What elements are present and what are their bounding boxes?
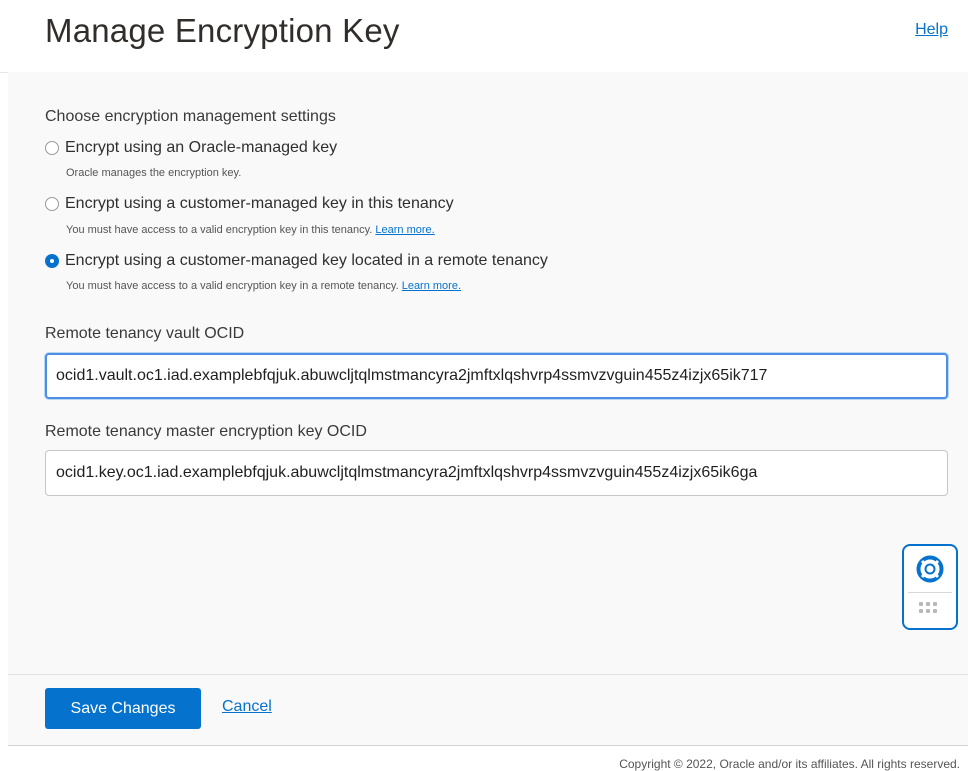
radio-button-customer-managed-local[interactable] — [45, 197, 59, 211]
page-header: Manage Encryption Key Help — [0, 0, 968, 73]
help-text: You must have access to a valid encrypti… — [66, 280, 399, 292]
radio-option-customer-managed-local[interactable]: Encrypt using a customer-managed key in … — [45, 195, 454, 213]
help-text: Oracle manages the encryption key. — [66, 167, 242, 179]
support-widget[interactable] — [902, 544, 958, 630]
key-ocid-label: Remote tenancy master encryption key OCI… — [45, 423, 367, 440]
page-title: Manage Encryption Key — [45, 12, 400, 49]
drag-handle-icon[interactable] — [919, 602, 937, 613]
help-text: You must have access to a valid encrypti… — [66, 224, 373, 236]
radio-button-oracle-managed[interactable] — [45, 141, 59, 155]
radio-label-customer-managed-local: Encrypt using a customer-managed key in … — [65, 195, 454, 212]
radio-button-customer-managed-remote[interactable] — [45, 254, 59, 268]
learn-more-link-local[interactable]: Learn more. — [375, 224, 434, 236]
radio-label-oracle-managed: Encrypt using an Oracle-managed key — [65, 139, 338, 156]
cancel-link[interactable]: Cancel — [222, 698, 272, 716]
radio-option-oracle-managed[interactable]: Encrypt using an Oracle-managed key — [45, 139, 337, 157]
encryption-section-label: Choose encryption management settings — [45, 108, 336, 125]
vault-ocid-input[interactable] — [45, 353, 948, 399]
learn-more-link-remote[interactable]: Learn more. — [402, 280, 461, 292]
radio-help-customer-managed-local: You must have access to a valid encrypti… — [66, 224, 435, 236]
copyright-text: Copyright © 2022, Oracle and/or its affi… — [619, 757, 960, 771]
vault-ocid-label: Remote tenancy vault OCID — [45, 325, 245, 342]
lifebuoy-icon[interactable] — [916, 555, 944, 583]
radio-label-customer-managed-remote: Encrypt using a customer-managed key loc… — [65, 252, 548, 269]
key-ocid-input[interactable] — [45, 450, 948, 496]
radio-help-oracle-managed: Oracle manages the encryption key. — [66, 167, 241, 179]
widget-divider — [908, 592, 952, 593]
radio-help-customer-managed-remote: You must have access to a valid encrypti… — [66, 280, 461, 292]
help-link[interactable]: Help — [915, 21, 948, 39]
save-changes-button[interactable]: Save Changes — [45, 688, 201, 729]
radio-option-customer-managed-remote[interactable]: Encrypt using a customer-managed key loc… — [45, 252, 548, 270]
